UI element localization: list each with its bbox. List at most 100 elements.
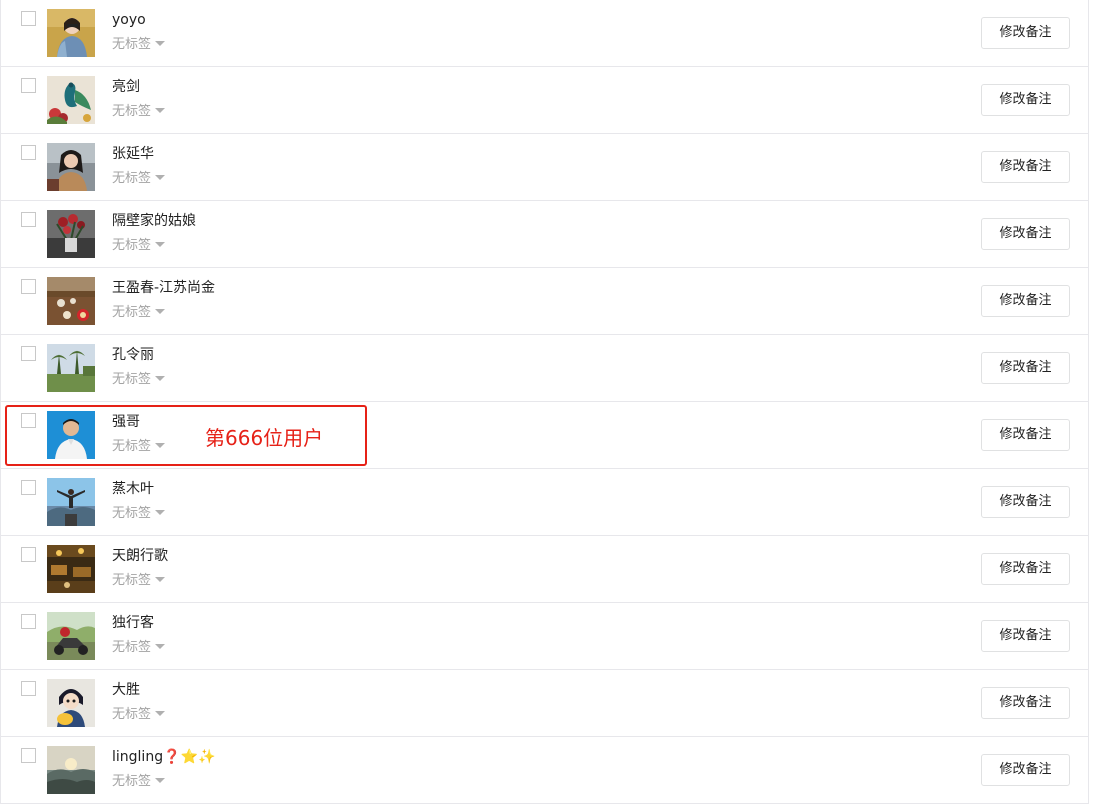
- edit-remark-button[interactable]: 修改备注: [981, 352, 1070, 384]
- tag-label: 无标签: [112, 640, 152, 655]
- user-row: 蒸木叶 无标签 修改备注: [1, 469, 1088, 536]
- avatar: [47, 746, 95, 794]
- tag-dropdown[interactable]: 无标签: [112, 304, 166, 322]
- avatar: [47, 679, 95, 727]
- select-checkbox[interactable]: [21, 480, 36, 495]
- tag-label: 无标签: [112, 573, 152, 588]
- avatar: [47, 143, 95, 191]
- tag-label: 无标签: [112, 372, 152, 387]
- user-name: 天朗行歌: [112, 548, 168, 564]
- avatar: [47, 545, 95, 593]
- avatar: [47, 478, 95, 526]
- caret-down-icon: [155, 309, 166, 314]
- user-name: 孔令丽: [112, 347, 154, 363]
- edit-remark-button[interactable]: 修改备注: [981, 754, 1070, 786]
- select-checkbox[interactable]: [21, 212, 36, 227]
- caret-down-icon: [155, 376, 166, 381]
- tag-dropdown[interactable]: 无标签: [112, 103, 166, 121]
- select-checkbox[interactable]: [21, 11, 36, 26]
- edit-remark-button[interactable]: 修改备注: [981, 285, 1070, 317]
- user-row: lingling❓⭐✨ 无标签 修改备注: [1, 737, 1088, 804]
- user-name-text: lingling: [112, 749, 164, 765]
- edit-remark-button[interactable]: 修改备注: [981, 553, 1070, 585]
- user-name: 王盈春-江苏尚金: [112, 280, 216, 296]
- user-row: 大胜 无标签 修改备注: [1, 670, 1088, 737]
- caret-down-icon: [155, 510, 166, 515]
- select-checkbox[interactable]: [21, 145, 36, 160]
- user-name: 蒸木叶: [112, 481, 154, 497]
- user-name: 亮剑: [112, 79, 140, 95]
- tag-dropdown[interactable]: 无标签: [112, 706, 166, 724]
- select-checkbox[interactable]: [21, 413, 36, 428]
- edit-remark-button[interactable]: 修改备注: [981, 419, 1070, 451]
- user-row: 亮剑 无标签 修改备注: [1, 67, 1088, 134]
- select-checkbox[interactable]: [21, 681, 36, 696]
- caret-down-icon: [155, 577, 166, 582]
- avatar: [47, 277, 95, 325]
- user-name: 强哥: [112, 414, 140, 430]
- user-name: yoyo: [112, 12, 146, 28]
- user-row: 王盈春-江苏尚金 无标签 修改备注: [1, 268, 1088, 335]
- tag-dropdown[interactable]: 无标签: [112, 773, 166, 791]
- name-emoji: ❓⭐✨: [163, 749, 216, 765]
- tag-dropdown[interactable]: 无标签: [112, 572, 166, 590]
- edit-remark-button[interactable]: 修改备注: [981, 687, 1070, 719]
- avatar: [47, 76, 95, 124]
- avatar: [47, 344, 95, 392]
- user-row: 孔令丽 无标签 修改备注: [1, 335, 1088, 402]
- tag-label: 无标签: [112, 238, 152, 253]
- user-name: 张延华: [112, 146, 154, 162]
- edit-remark-button[interactable]: 修改备注: [981, 486, 1070, 518]
- avatar: [47, 612, 95, 660]
- tag-label: 无标签: [112, 506, 152, 521]
- edit-remark-button[interactable]: 修改备注: [981, 218, 1070, 250]
- user-row: yoyo 无标签 修改备注: [1, 0, 1088, 67]
- tag-dropdown[interactable]: 无标签: [112, 36, 166, 54]
- select-checkbox[interactable]: [21, 614, 36, 629]
- tag-label: 无标签: [112, 37, 152, 52]
- tag-dropdown[interactable]: 无标签: [112, 237, 166, 255]
- edit-remark-button[interactable]: 修改备注: [981, 151, 1070, 183]
- user-name: 隔壁家的姑娘: [112, 213, 196, 229]
- user-name: 独行客: [112, 615, 154, 631]
- select-checkbox[interactable]: [21, 748, 36, 763]
- avatar: [47, 9, 95, 57]
- tag-dropdown[interactable]: 无标签: [112, 639, 166, 657]
- tag-dropdown[interactable]: 无标签: [112, 371, 166, 389]
- select-checkbox[interactable]: [21, 547, 36, 562]
- annotation-label: 第666位用户: [205, 426, 324, 450]
- caret-down-icon: [155, 711, 166, 716]
- select-checkbox[interactable]: [21, 346, 36, 361]
- tag-label: 无标签: [112, 439, 152, 454]
- edit-remark-button[interactable]: 修改备注: [981, 620, 1070, 652]
- edit-remark-button[interactable]: 修改备注: [981, 17, 1070, 49]
- select-checkbox[interactable]: [21, 78, 36, 93]
- tag-dropdown[interactable]: 无标签: [112, 170, 166, 188]
- edit-remark-button[interactable]: 修改备注: [981, 84, 1070, 116]
- caret-down-icon: [155, 778, 166, 783]
- user-row: 独行客 无标签 修改备注: [1, 603, 1088, 670]
- caret-down-icon: [155, 443, 166, 448]
- user-row: 强哥 无标签 修改备注: [1, 402, 1088, 469]
- user-name: lingling❓⭐✨: [112, 748, 215, 766]
- user-row: 隔壁家的姑娘 无标签 修改备注: [1, 201, 1088, 268]
- caret-down-icon: [155, 242, 166, 247]
- user-row: 天朗行歌 无标签 修改备注: [1, 536, 1088, 603]
- avatar: [47, 210, 95, 258]
- caret-down-icon: [155, 41, 166, 46]
- caret-down-icon: [155, 108, 166, 113]
- select-checkbox[interactable]: [21, 279, 36, 294]
- user-row: 张延华 无标签 修改备注: [1, 134, 1088, 201]
- tag-dropdown[interactable]: 无标签: [112, 505, 166, 523]
- tag-label: 无标签: [112, 774, 152, 789]
- tag-label: 无标签: [112, 171, 152, 186]
- user-list: yoyo 无标签 修改备注 亮剑 无标签 修改备注 张延华 无标签 修改备注 隔…: [0, 0, 1089, 804]
- user-name: 大胜: [112, 682, 140, 698]
- caret-down-icon: [155, 644, 166, 649]
- avatar: [47, 411, 95, 459]
- tag-label: 无标签: [112, 305, 152, 320]
- tag-dropdown[interactable]: 无标签: [112, 438, 166, 456]
- tag-label: 无标签: [112, 104, 152, 119]
- tag-label: 无标签: [112, 707, 152, 722]
- caret-down-icon: [155, 175, 166, 180]
